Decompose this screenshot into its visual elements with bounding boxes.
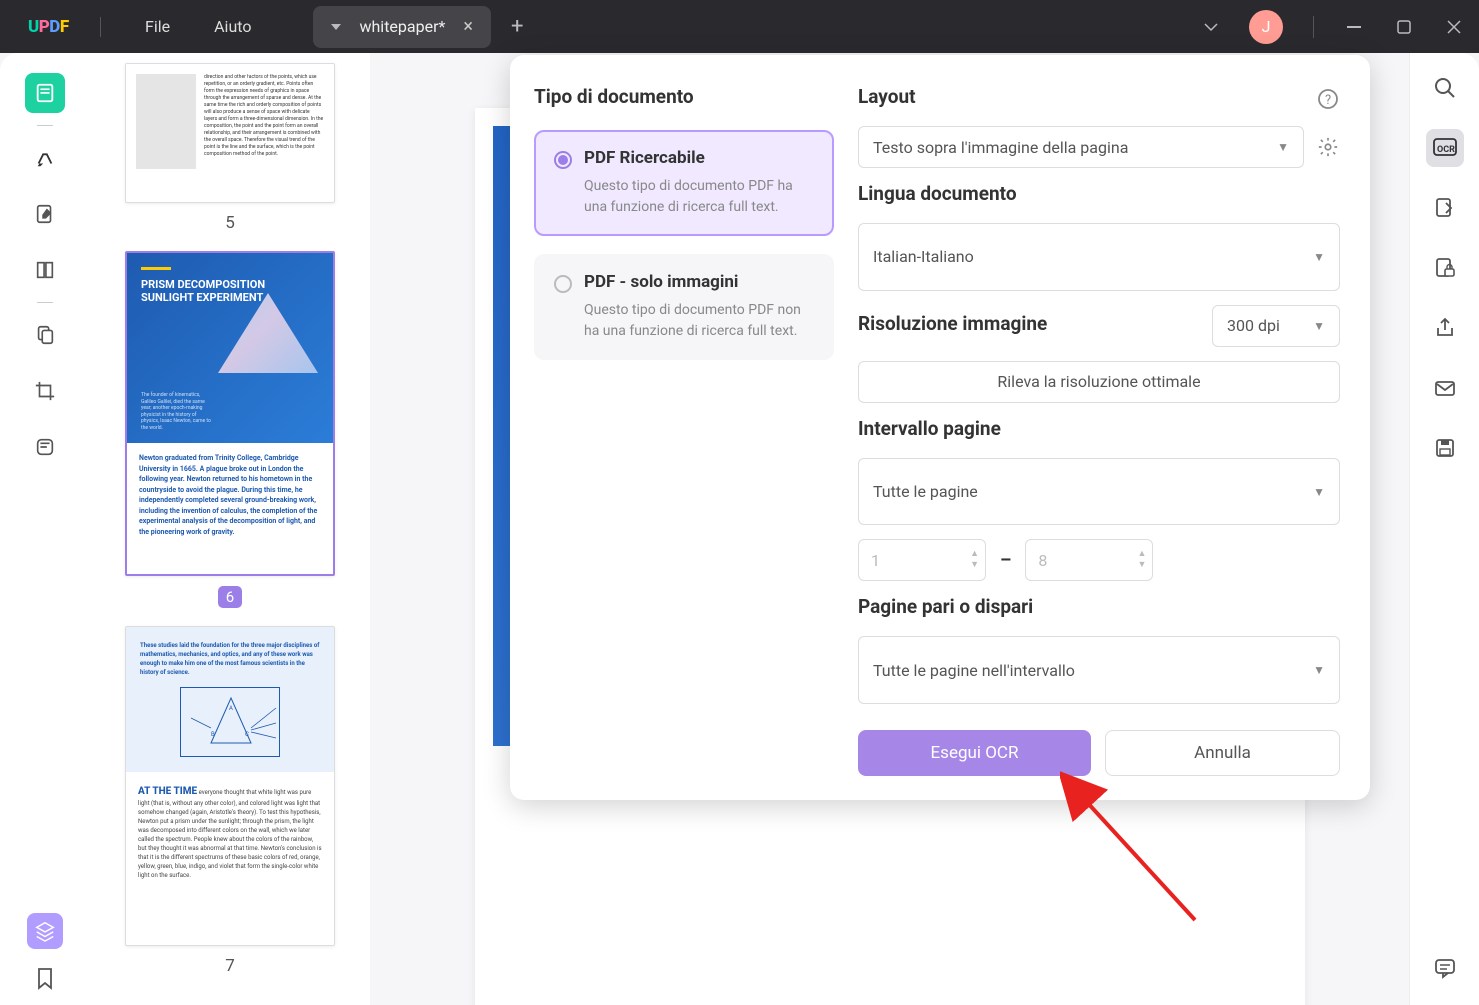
crop-tool[interactable] [25, 371, 65, 411]
page-to-input[interactable]: 8 ▲▼ [1025, 539, 1153, 581]
help-icon[interactable]: ? [1316, 87, 1340, 111]
tab-dropdown-icon[interactable] [331, 24, 341, 30]
detect-optimal-button[interactable]: Rileva la risoluzione ottimale [858, 361, 1340, 403]
document-type-heading: Tipo di documento [534, 85, 834, 108]
page-range-select[interactable]: Tutte le pagine ▼ [858, 458, 1340, 526]
email-icon[interactable] [1426, 369, 1464, 407]
thumb-7-headline: AT THE TIME [138, 786, 197, 797]
redact-tool[interactable] [25, 427, 65, 467]
bookmark-button[interactable] [35, 967, 55, 991]
comment-icon[interactable] [1426, 949, 1464, 987]
svg-text:?: ? [1325, 93, 1331, 108]
user-avatar[interactable]: J [1249, 10, 1283, 44]
doc-type-image-only-desc: Questo tipo di documento PDF non ha una … [584, 300, 814, 342]
window-maximize-button[interactable] [1379, 7, 1429, 47]
stepper-icons[interactable]: ▲▼ [1137, 550, 1146, 570]
chevron-down-icon: ▼ [1313, 250, 1325, 264]
account-dropdown-icon[interactable] [1203, 22, 1219, 32]
doc-type-image-only-title: PDF - solo immagini [584, 272, 814, 292]
range-dash: – [1000, 550, 1011, 571]
page-number-7: 7 [225, 956, 235, 976]
stepper-icons[interactable]: ▲▼ [970, 550, 979, 570]
page-thumbnail-7[interactable]: These studies laid the foundation for th… [125, 626, 335, 946]
layout-select[interactable]: Testo sopra l'immagine della pagina ▼ [858, 126, 1304, 168]
window-minimize-button[interactable] [1329, 7, 1379, 47]
language-label: Lingua documento [858, 182, 1340, 205]
page-number-5: 5 [225, 213, 235, 233]
ocr-icon[interactable]: OCR [1426, 129, 1464, 167]
left-toolbar [0, 53, 90, 1005]
menu-file[interactable]: File [145, 17, 170, 36]
gear-icon[interactable] [1316, 135, 1340, 159]
svg-text:A: A [229, 705, 233, 712]
search-icon[interactable] [1426, 69, 1464, 107]
chevron-down-icon: ▼ [1277, 140, 1289, 154]
window-close-button[interactable] [1429, 7, 1479, 47]
radio-icon [554, 275, 572, 293]
doc-type-searchable-desc: Questo tipo di documento PDF ha una funz… [584, 176, 814, 218]
page-range-label: Intervallo pagine [858, 417, 1340, 440]
tab-title: whitepaper* [359, 17, 445, 36]
edit-tool[interactable] [25, 194, 65, 234]
doc-type-searchable-title: PDF Ricercabile [584, 148, 814, 168]
svg-text:B: B [211, 731, 215, 738]
share-icon[interactable] [1426, 309, 1464, 347]
lock-icon[interactable] [1426, 249, 1464, 287]
save-icon[interactable] [1426, 429, 1464, 467]
resolution-select[interactable]: 300 dpi ▼ [1212, 305, 1340, 347]
language-select[interactable]: Italian-Italiano ▼ [858, 223, 1340, 291]
page-thumbnail-6[interactable]: PRISM DECOMPOSITION SUNLIGHT EXPERIMENT … [125, 251, 335, 576]
page-tool[interactable] [25, 250, 65, 290]
right-toolbar: OCR [1409, 53, 1479, 1005]
resolution-label: Risoluzione immagine [858, 312, 1047, 335]
doc-type-searchable[interactable]: PDF Ricercabile Questo tipo di documento… [534, 130, 834, 236]
doc-type-image-only[interactable]: PDF - solo immagini Questo tipo di docum… [534, 254, 834, 360]
highlight-tool[interactable] [25, 138, 65, 178]
convert-icon[interactable] [1426, 189, 1464, 227]
svg-text:OCR: OCR [1437, 145, 1455, 155]
radio-icon [554, 151, 572, 169]
layers-button[interactable] [27, 913, 63, 949]
page-from-input[interactable]: 1 ▲▼ [858, 539, 986, 581]
execute-ocr-button[interactable]: Esegui OCR [858, 730, 1091, 776]
thumbnail-panel: direction and other factors of the point… [90, 53, 370, 1005]
menu-help[interactable]: Aiuto [214, 17, 251, 36]
tab-close-icon[interactable]: × [463, 16, 473, 37]
chevron-down-icon: ▼ [1313, 485, 1325, 499]
page-number-6: 6 [218, 586, 242, 608]
chevron-down-icon: ▼ [1313, 319, 1325, 333]
parity-label: Pagine pari o dispari [858, 595, 1340, 618]
titlebar: UPDF File Aiuto whitepaper* × + J [0, 0, 1479, 53]
app-logo: UPDF [28, 17, 78, 37]
svg-text:C: C [245, 731, 249, 738]
document-tab[interactable]: whitepaper* × [313, 6, 491, 48]
thumb-6-excerpt: Newton graduated from Trinity College, C… [127, 443, 333, 547]
copy-tool[interactable] [25, 315, 65, 355]
parity-select[interactable]: Tutte le pagine nell'intervallo ▼ [858, 636, 1340, 704]
cancel-button[interactable]: Annulla [1105, 730, 1340, 776]
layout-label: Layout [858, 85, 916, 108]
new-tab-button[interactable]: + [511, 14, 523, 39]
page-thumbnail-5[interactable]: direction and other factors of the point… [125, 63, 335, 203]
thumb-6-title: PRISM DECOMPOSITION SUNLIGHT EXPERIMENT [141, 278, 319, 304]
chevron-down-icon: ▼ [1313, 663, 1325, 677]
ocr-settings-panel: Tipo di documento PDF Ricercabile Questo… [510, 55, 1370, 800]
reader-tool[interactable] [25, 73, 65, 113]
